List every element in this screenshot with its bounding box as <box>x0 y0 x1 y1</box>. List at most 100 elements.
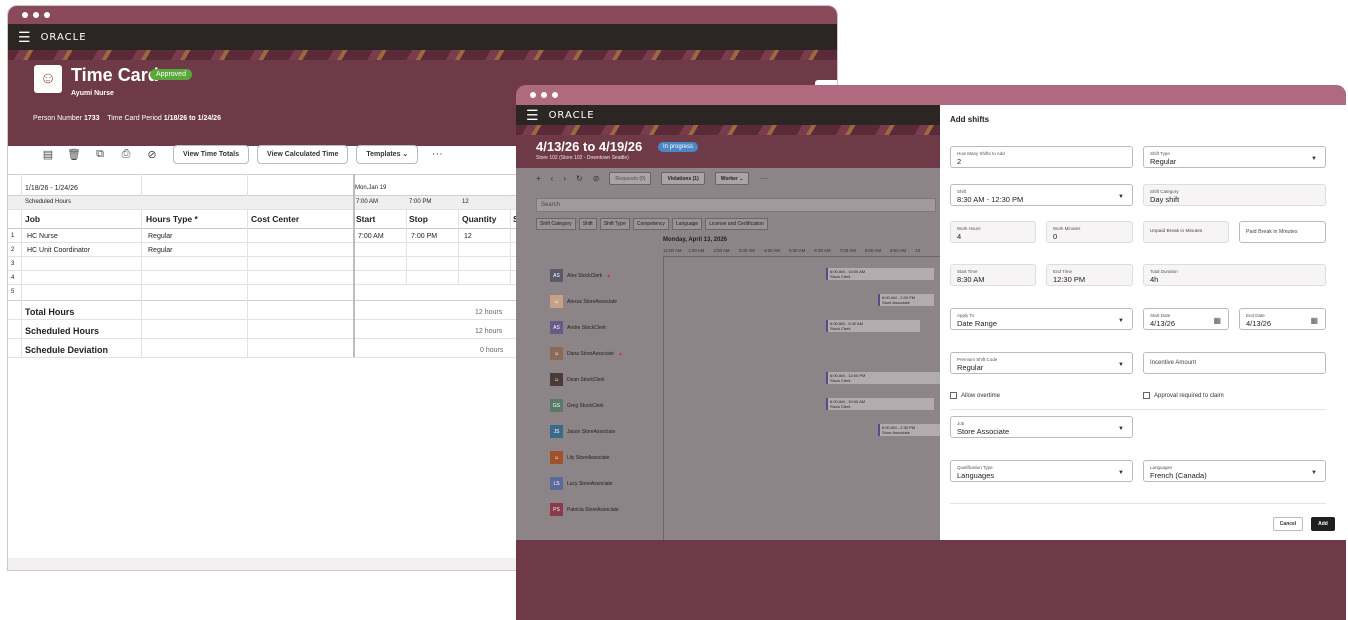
field-value: Languages <box>957 471 995 480</box>
shift-role: Stock Clerk <box>830 378 851 383</box>
employee-row[interactable]: GS Greg StockClerk <box>550 399 604 412</box>
field-label: Languages <box>1150 465 1173 470</box>
shift-select[interactable]: Shift 8:30 AM - 12:30 PM ▼ <box>950 184 1133 206</box>
compass-icon[interactable]: ⊘ <box>593 174 600 183</box>
templates-button[interactable]: Templates ⌄ <box>356 144 419 164</box>
dialog-title: Add shifts <box>950 115 990 124</box>
hour-label: 4:00 AM <box>763 248 781 253</box>
approval-required-checkbox[interactable]: Approval required to claim <box>1143 392 1224 399</box>
add-button[interactable]: Add <box>1311 517 1335 531</box>
row-job[interactable]: HC Nurse <box>27 233 58 240</box>
employee-row[interactable]: JS Jason StoreAssociate <box>550 425 615 438</box>
total-duration-field: Total Duration 4h <box>1143 264 1326 286</box>
templates-label: Templates <box>366 150 401 158</box>
caret-down-icon: ▼ <box>1118 426 1124 432</box>
hamburger-menu-icon[interactable]: ☰ <box>18 30 31 44</box>
divider <box>950 503 1326 504</box>
more-options-icon[interactable]: ··· <box>424 148 450 160</box>
add-icon[interactable]: + <box>536 174 541 183</box>
filter-chip[interactable]: Shift Type <box>599 218 630 230</box>
list-icon[interactable]: ▤ <box>35 148 61 161</box>
schedule-toolbar: + ‹ › ↻ ⊘ Requests (0) Violations (1) Wo… <box>536 172 767 185</box>
shift-block[interactable]: 6:00 AM - 10:00 AM Stock Clerk <box>826 268 934 280</box>
store-label: Store 102 (Store 102 - Downtown Seattle) <box>536 155 629 161</box>
incentive-amount-field[interactable]: Incentive Amount <box>1143 352 1326 374</box>
shift-role: Stock Clerk <box>830 274 851 279</box>
checkbox-box[interactable] <box>950 392 957 399</box>
row-hours-type[interactable]: Regular <box>148 247 173 254</box>
employee-name: Dean StockClerk <box>567 376 605 383</box>
filter-chip[interactable]: Shift <box>578 218 597 230</box>
field-value: Regular <box>1150 157 1177 166</box>
premium-shift-code-select[interactable]: Premium Shift Code Regular ▼ <box>950 352 1133 374</box>
hour-label: 5:00 AM <box>789 248 806 253</box>
employee-row[interactable]: ☺ Dean StockClerk <box>550 373 605 386</box>
filter-chip[interactable]: Language <box>671 218 703 230</box>
shift-block[interactable]: 8:00 AM - 2:00 PM Store Associate <box>878 294 934 306</box>
employee-name: Alex StockClerk <box>567 272 603 279</box>
chevron-right-icon[interactable]: › <box>563 174 566 183</box>
calendar-icon[interactable]: ▦ <box>1213 316 1221 325</box>
employee-row[interactable]: AS Andre StockClerk <box>550 321 606 334</box>
shift-block[interactable]: 6:00 AM - 9:30 AM Stock Clerk <box>826 320 920 332</box>
violations-button[interactable]: Violations (1) <box>661 172 705 185</box>
allow-overtime-checkbox[interactable]: Allow overtime <box>950 392 1000 399</box>
view-calculated-time-button[interactable]: View Calculated Time <box>257 144 349 164</box>
checkbox-box[interactable] <box>1143 392 1150 399</box>
field-label: Shift <box>957 189 967 194</box>
employee-row[interactable]: PS Patricia StoreAssociate <box>550 503 619 516</box>
employee-row[interactable]: ☺ Lily StoreAssociate <box>550 451 610 464</box>
apply-to-select[interactable]: Apply To Date Range ▼ <box>950 308 1133 330</box>
date-range: 1/18/26 - 1/24/26 <box>25 185 78 192</box>
job-select[interactable]: Job Store Associate ▼ <box>950 416 1133 438</box>
more-options-icon[interactable]: ··· <box>759 174 767 183</box>
view-time-totals-button[interactable]: View Time Totals <box>173 144 250 164</box>
employee-row[interactable]: ☺ Alexus StoreAssociate <box>550 295 617 308</box>
work-minutes-field: Work Minutes 0 <box>1046 221 1133 243</box>
row-number: 2 <box>11 247 15 253</box>
row-start[interactable]: 7:00 AM <box>358 233 384 240</box>
calendar-icon[interactable]: ▦ <box>1310 316 1318 325</box>
hamburger-menu-icon[interactable]: ☰ <box>526 108 539 122</box>
paid-break-field[interactable]: Paid Break in Minutes <box>1239 221 1326 243</box>
row-job[interactable]: HC Unit Coordinator <box>27 247 90 254</box>
requests-button[interactable]: Requests (0) <box>609 172 652 185</box>
start-date-field[interactable]: Start Date 4/13/26 ▦ <box>1143 308 1229 330</box>
field-value: 8:30 AM <box>957 275 985 284</box>
filter-chip[interactable]: License and Certification <box>705 218 768 230</box>
filter-chip[interactable]: Competency <box>632 218 669 230</box>
work-hours-field: Work Hours 4 <box>950 221 1036 243</box>
shift-block[interactable]: 6:00 AM - 12:00 PM Stock Clerk <box>826 372 940 384</box>
copy-icon[interactable]: ⧉ <box>87 148 113 161</box>
schedule-deviation-label: Schedule Deviation <box>25 345 109 355</box>
compass-icon[interactable]: ⊘ <box>139 148 165 161</box>
end-date-field[interactable]: End Date 4/13/26 ▦ <box>1239 308 1326 330</box>
checkbox-label: Approval required to claim <box>1154 392 1224 399</box>
qualification-type-select[interactable]: Qualification Type Languages ▼ <box>950 460 1133 482</box>
worker-button[interactable]: Worker ⌄ <box>714 172 750 185</box>
divider <box>950 409 1326 410</box>
sched-quantity: 12 <box>462 199 469 205</box>
cancel-button[interactable]: Cancel <box>1273 517 1303 531</box>
shift-block[interactable]: 8:00 AM - 2:30 PM Store Associate <box>878 424 940 436</box>
employee-row[interactable]: ☺ Dana StoreAssociate ▲ <box>550 347 623 360</box>
how-many-shifts-field[interactable]: How Many Shifts to Add 2 <box>950 146 1133 168</box>
filter-chip[interactable]: Shift Category <box>536 218 576 230</box>
shift-block[interactable]: 6:00 AM - 10:00 AM Stock Clerk <box>826 398 934 410</box>
delete-icon[interactable]: 🗑 <box>61 148 87 161</box>
column-header-hours-type: Hours Type * <box>146 214 198 224</box>
chevron-left-icon[interactable]: ‹ <box>551 174 554 183</box>
row-stop[interactable]: 7:00 PM <box>411 233 437 240</box>
field-value: 4 <box>957 232 962 241</box>
row-quantity[interactable]: 12 <box>464 233 472 240</box>
employee-row[interactable]: LS Lucy StoreAssociate <box>550 477 613 490</box>
refresh-icon[interactable]: ↻ <box>576 174 583 183</box>
languages-select[interactable]: Languages French (Canada) ▼ <box>1143 460 1326 482</box>
row-hours-type[interactable]: Regular <box>148 233 173 240</box>
employee-row[interactable]: AS Alex StockClerk ▲ <box>550 269 611 282</box>
search-input[interactable]: Search <box>536 198 936 212</box>
day-header: Monday, April 13, 2026 <box>663 237 728 243</box>
print-icon[interactable]: ⎙ <box>113 148 139 161</box>
shift-type-select[interactable]: Shift Type Regular ▼ <box>1143 146 1326 168</box>
oracle-logo: ORACLE <box>40 31 87 43</box>
